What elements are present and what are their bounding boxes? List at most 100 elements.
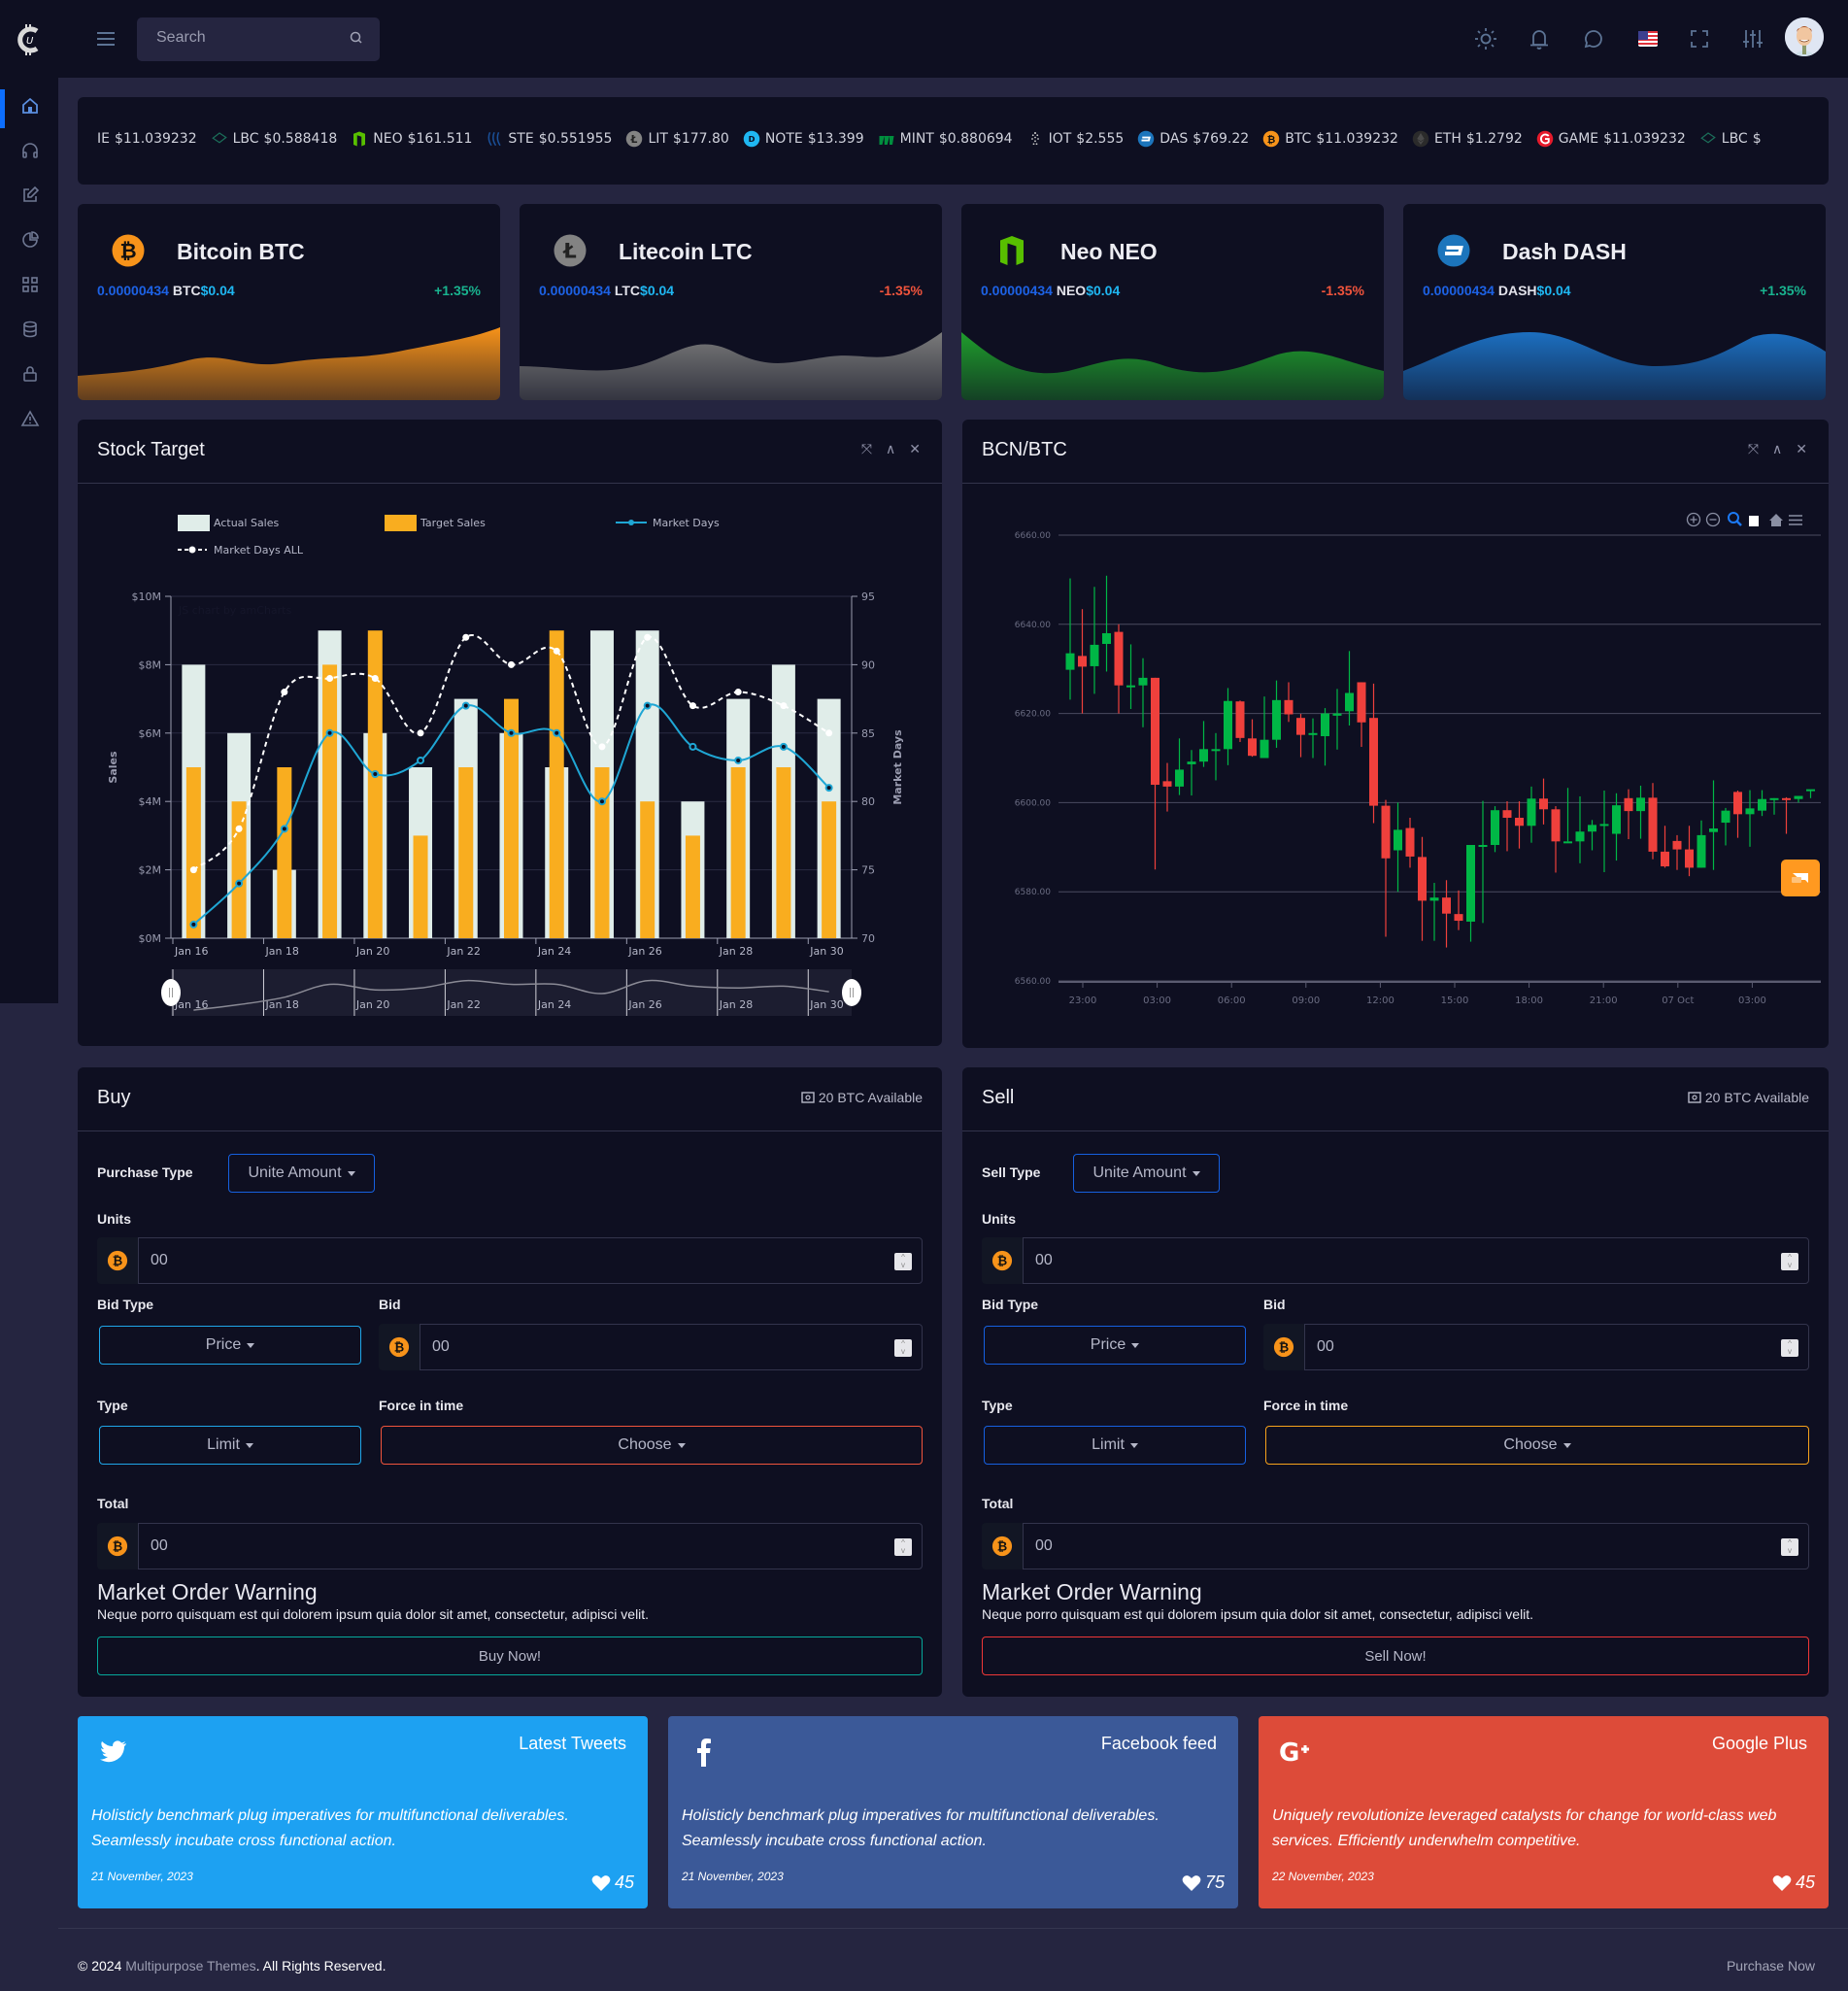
candle-down[interactable] (1078, 609, 1087, 714)
sidebar-item-edit[interactable] (0, 173, 58, 218)
pan-icon[interactable] (1749, 516, 1759, 526)
like-count[interactable]: 45 (591, 1873, 634, 1893)
brand-link[interactable]: Multipurpose Themes (125, 1958, 255, 1974)
candle-up[interactable] (1211, 732, 1221, 781)
legend-item[interactable]: Market Days ALL (178, 544, 304, 557)
purchase-type-dropdown[interactable]: Unite Amount (228, 1154, 375, 1193)
buy-now-button[interactable]: Buy Now! (97, 1637, 923, 1675)
logo-icon[interactable]: U (16, 23, 45, 56)
market-days-all-point[interactable] (508, 660, 515, 668)
target-sales-bar[interactable] (822, 801, 837, 938)
number-spinner[interactable]: ^ v (894, 1339, 912, 1357)
candle-up[interactable] (1794, 795, 1803, 803)
market-days-all-point[interactable] (417, 729, 424, 737)
candle-down[interactable] (1685, 826, 1694, 877)
market-days-all-point[interactable] (189, 866, 197, 874)
candle-up[interactable] (1612, 793, 1621, 861)
candle-down[interactable] (1661, 826, 1669, 868)
purchase-type-dropdown[interactable]: Unite Amount (1073, 1154, 1220, 1193)
number-spinner[interactable]: ^ v (894, 1253, 912, 1270)
sidebar-item-alerts[interactable] (0, 396, 58, 441)
fullscreen-icon[interactable] (1687, 26, 1712, 51)
sidebar-item-auth[interactable] (0, 352, 58, 396)
scrollbar-start-handle[interactable] (161, 979, 181, 1006)
target-sales-bar[interactable] (776, 767, 791, 938)
expand-icon[interactable]: ⤧ (861, 441, 872, 457)
total-input[interactable] (1035, 1537, 1663, 1555)
bid-input[interactable] (1317, 1338, 1720, 1356)
sidebar-item-charts[interactable] (0, 218, 58, 262)
candle-up[interactable] (1308, 718, 1318, 759)
force-in-time-dropdown[interactable]: Choose (381, 1426, 923, 1465)
candle-down[interactable] (1539, 778, 1548, 825)
candle-up[interactable] (1575, 795, 1585, 863)
search-icon[interactable] (349, 30, 364, 46)
collapse-icon[interactable]: ∧ (886, 441, 895, 457)
market-days-all-point[interactable] (689, 702, 696, 710)
legend-item[interactable]: Target Sales (385, 515, 486, 531)
target-sales-bar[interactable] (685, 835, 700, 938)
candle-up[interactable] (1332, 689, 1342, 750)
candle-down[interactable] (1551, 806, 1561, 873)
candle-up[interactable] (1394, 802, 1402, 893)
legend-item[interactable]: Actual Sales (178, 515, 280, 531)
candle-down[interactable] (1369, 683, 1378, 824)
candle-down[interactable] (1284, 682, 1294, 723)
like-count[interactable]: 75 (1182, 1873, 1225, 1893)
candle-down[interactable] (1648, 783, 1658, 860)
candle-down[interactable] (1405, 818, 1415, 868)
coin-card[interactable]: Dash DASH 0.00000434 DASH$0.04 +1.35% (1403, 204, 1826, 400)
candle-up[interactable] (1345, 651, 1354, 726)
candle-up[interactable] (1478, 800, 1488, 924)
scrollbar-end-handle[interactable] (842, 979, 861, 1006)
candle-down[interactable] (1381, 799, 1391, 937)
candle-up[interactable] (1527, 786, 1536, 843)
bid-input[interactable] (432, 1338, 833, 1356)
market-days-point[interactable] (779, 742, 788, 751)
social-card-twitter[interactable]: Latest Tweets Holisticly benchmark plug i… (78, 1716, 648, 1908)
coin-card[interactable]: Neo NEO 0.00000434 NEO$0.04 -1.35% (961, 204, 1384, 400)
candle-down[interactable] (1442, 880, 1451, 948)
market-days-point[interactable] (325, 728, 334, 737)
sidebar-item-home[interactable] (0, 84, 58, 128)
candle-up[interactable] (1563, 788, 1572, 844)
target-sales-bar[interactable] (594, 767, 610, 938)
target-sales-bar[interactable] (549, 630, 564, 938)
market-days-point[interactable] (371, 770, 380, 779)
candle-up[interactable] (1199, 721, 1208, 767)
candle-up[interactable] (1491, 806, 1499, 853)
candle-down[interactable] (1502, 801, 1512, 852)
candle-up[interactable] (1065, 578, 1075, 700)
candle-up[interactable] (1090, 587, 1099, 694)
expand-icon[interactable]: ⤧ (1748, 441, 1759, 457)
coin-card[interactable]: Ł Litecoin LTC 0.00000434 LTC$0.04 -1.35% (520, 204, 942, 400)
candle-up[interactable] (1636, 785, 1645, 839)
menu-icon[interactable] (1789, 515, 1802, 525)
selection-zoom-icon[interactable] (1728, 512, 1739, 523)
candle-up[interactable] (1758, 790, 1766, 817)
market-days-point[interactable] (689, 742, 697, 751)
search-input[interactable] (156, 29, 331, 47)
candle-down[interactable] (1515, 801, 1524, 849)
market-days-point[interactable] (235, 879, 244, 888)
candle-up[interactable] (1466, 845, 1475, 942)
candle-down[interactable] (1357, 682, 1366, 748)
market-days-point[interactable] (417, 756, 425, 764)
market-days-point[interactable] (597, 797, 606, 806)
sidebar-item-apps[interactable] (0, 262, 58, 307)
candle-down[interactable] (1454, 890, 1463, 930)
sidebar-item-support[interactable] (0, 128, 58, 173)
target-sales-bar[interactable] (185, 767, 201, 938)
candle-down[interactable] (1248, 719, 1257, 758)
candle-up[interactable] (1745, 790, 1755, 847)
candle-down[interactable] (1624, 789, 1633, 840)
candle-up[interactable] (1769, 797, 1779, 815)
target-sales-bar[interactable] (640, 801, 655, 938)
number-spinner[interactable]: ^ v (1781, 1538, 1798, 1556)
candle-up[interactable] (1187, 750, 1196, 796)
user-avatar[interactable] (1785, 17, 1824, 56)
market-days-all-point[interactable] (598, 743, 606, 751)
target-sales-bar[interactable] (413, 835, 428, 938)
candle-up[interactable] (1260, 696, 1269, 759)
like-count[interactable]: 45 (1772, 1873, 1815, 1893)
